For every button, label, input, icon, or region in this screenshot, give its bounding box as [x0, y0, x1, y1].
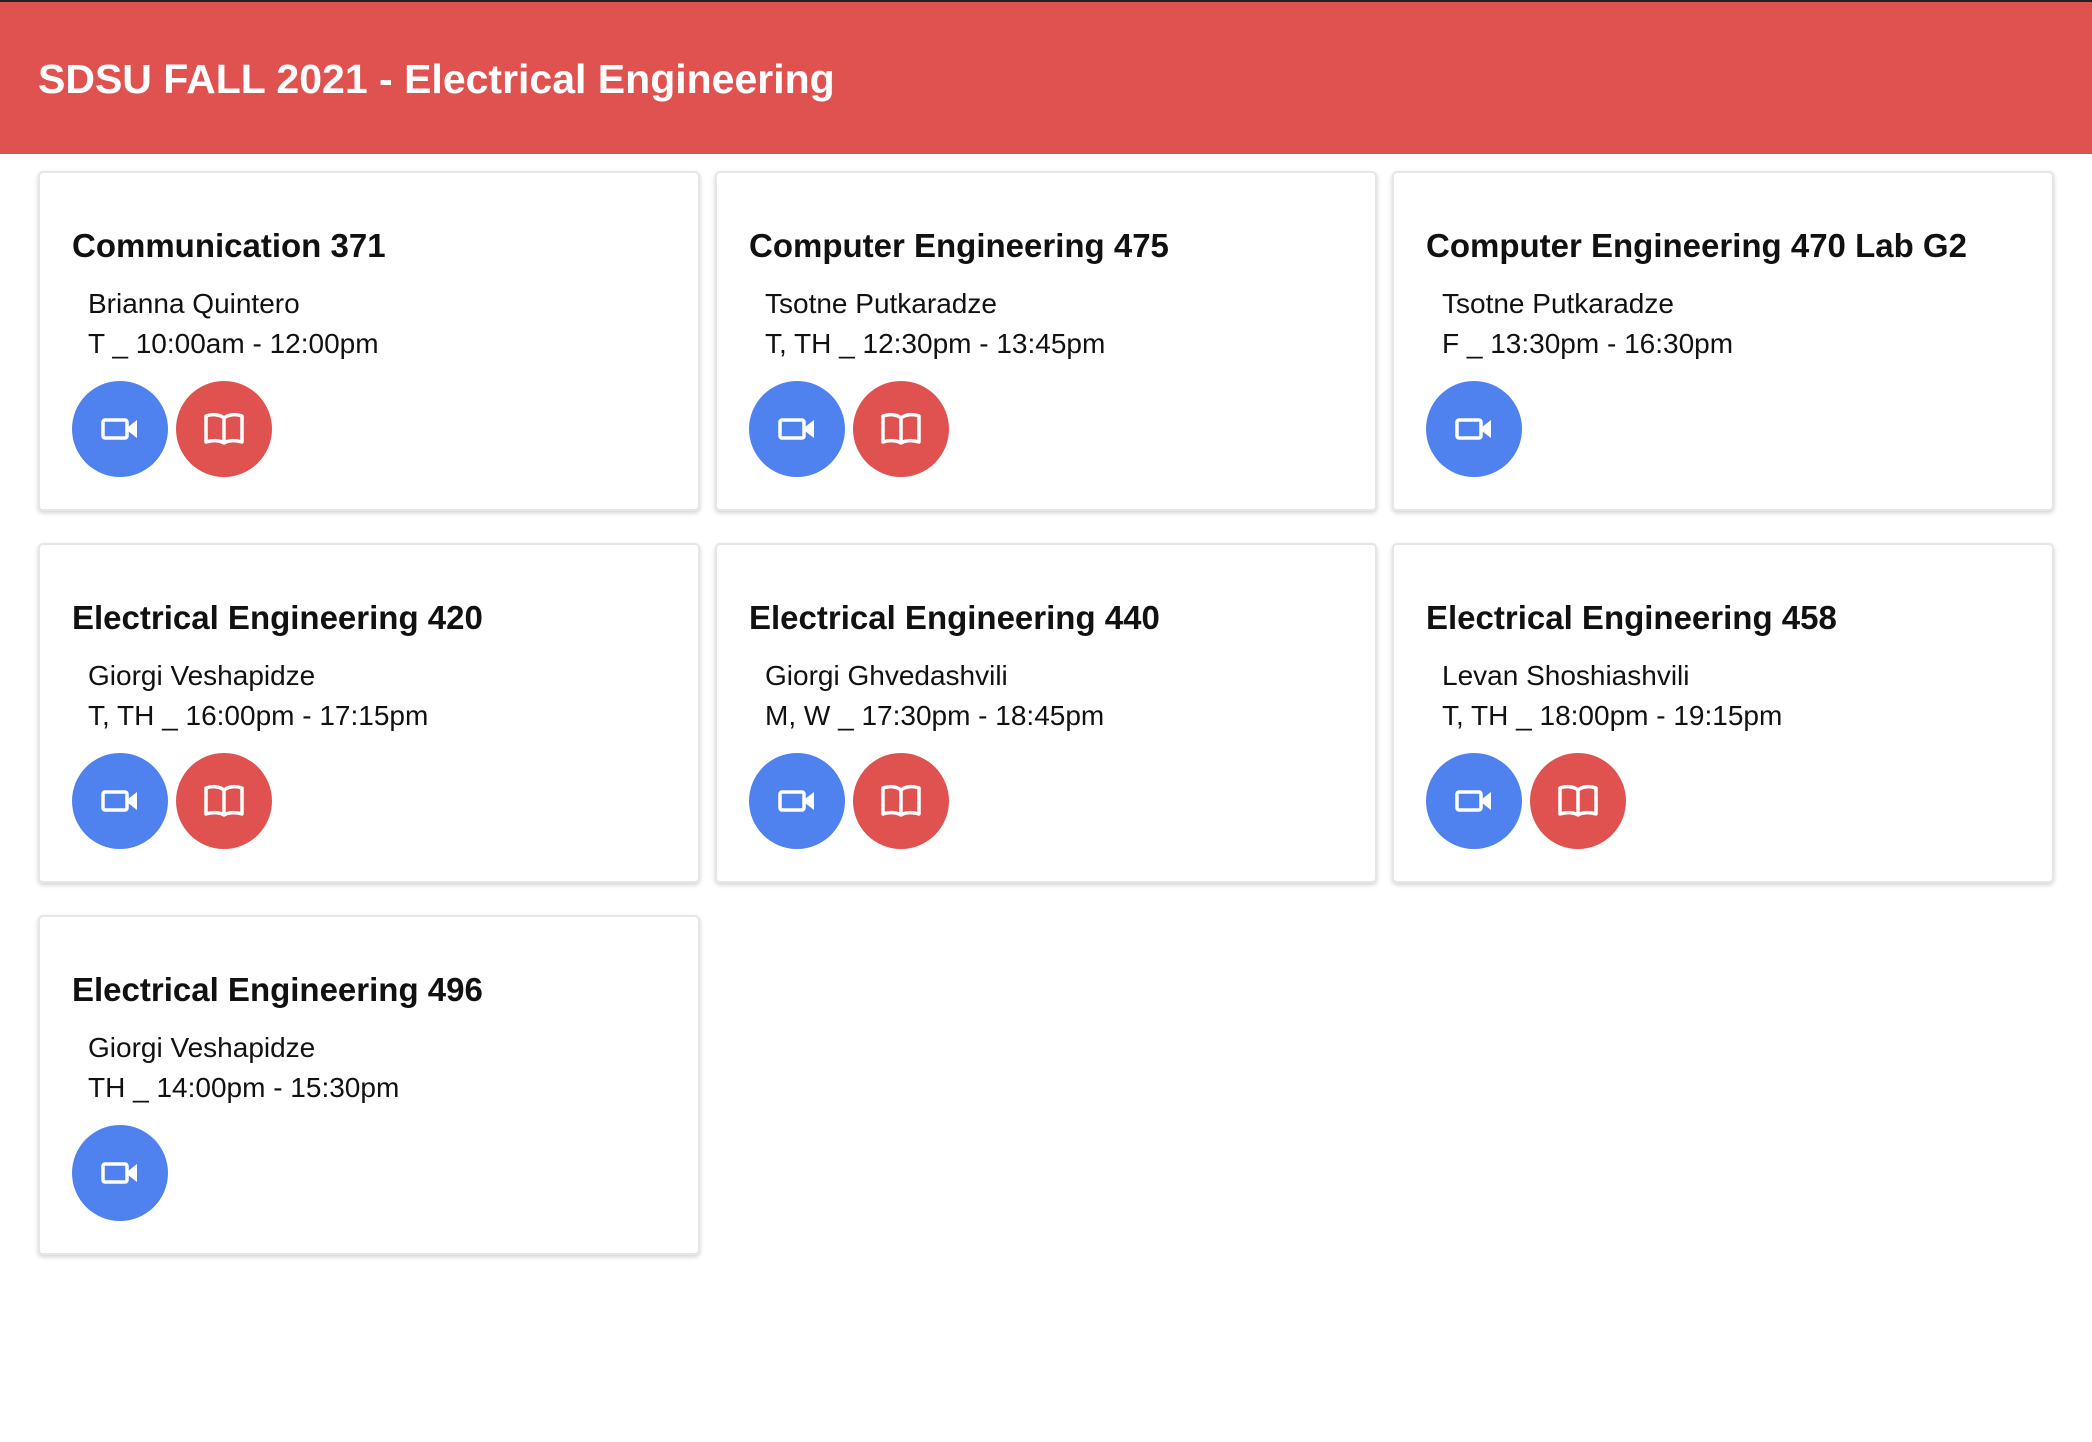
course-schedule: T, TH _ 16:00pm - 17:15pm: [88, 700, 429, 731]
video-meeting-button[interactable]: [749, 753, 845, 849]
course-title: Computer Engineering 475: [749, 227, 1169, 264]
course-actions: [1426, 753, 1626, 849]
course-title: Electrical Engineering 458: [1426, 599, 1837, 636]
video-meeting-button[interactable]: [72, 381, 168, 477]
course-card: Electrical Engineering 458 Levan Shoshia…: [1392, 543, 2054, 883]
course-card: Electrical Engineering 420 Giorgi Veshap…: [38, 543, 700, 883]
video-icon: [778, 418, 814, 440]
course-schedule: M, W _ 17:30pm - 18:45pm: [765, 700, 1105, 731]
video-icon: [1455, 418, 1491, 440]
course-actions: [72, 381, 272, 477]
course-title: Electrical Engineering 496: [72, 971, 483, 1008]
video-meeting-button[interactable]: [1426, 381, 1522, 477]
course-title: Communication 371: [72, 227, 386, 264]
video-meeting-button[interactable]: [1426, 753, 1522, 849]
video-icon: [101, 790, 137, 812]
course-card: Computer Engineering 470 Lab G2 Tsotne P…: [1392, 171, 2054, 511]
book-icon: [1558, 784, 1598, 817]
video-icon: [101, 418, 137, 440]
course-actions: [749, 753, 949, 849]
course-instructor: Giorgi Veshapidze: [88, 660, 316, 691]
course-card: Electrical Engineering 440 Giorgi Ghveda…: [715, 543, 1377, 883]
top-header-bar: SDSU FALL 2021 - Electrical Engineering: [0, 0, 2092, 154]
course-instructor: Giorgi Ghvedashvili: [765, 660, 1008, 691]
book-icon: [204, 412, 244, 445]
course-actions: [72, 753, 272, 849]
course-instructor: Tsotne Putkaradze: [765, 288, 997, 319]
course-card: Computer Engineering 475 Tsotne Putkarad…: [715, 171, 1377, 511]
course-instructor: Levan Shoshiashvili: [1442, 660, 1690, 691]
video-meeting-button[interactable]: [749, 381, 845, 477]
video-icon: [101, 1162, 137, 1184]
course-schedule: T _ 10:00am - 12:00pm: [88, 328, 379, 359]
course-book-button[interactable]: [853, 381, 949, 477]
page-title: SDSU FALL 2021 - Electrical Engineering: [38, 56, 835, 102]
video-meeting-button[interactable]: [72, 753, 168, 849]
book-icon: [881, 784, 921, 817]
course-schedule: T, TH _ 18:00pm - 19:15pm: [1442, 700, 1783, 731]
course-book-button[interactable]: [1530, 753, 1626, 849]
course-instructor: Brianna Quintero: [88, 288, 300, 319]
course-book-button[interactable]: [176, 753, 272, 849]
course-schedule: F _ 13:30pm - 16:30pm: [1442, 328, 1734, 359]
course-actions: [1426, 381, 1522, 477]
course-book-button[interactable]: [853, 753, 949, 849]
course-card: Electrical Engineering 496 Giorgi Veshap…: [38, 915, 700, 1255]
course-schedule: TH _ 14:00pm - 15:30pm: [88, 1072, 400, 1103]
video-icon: [778, 790, 814, 812]
course-actions: [749, 381, 949, 477]
video-meeting-button[interactable]: [72, 1125, 168, 1221]
course-instructor: Giorgi Veshapidze: [88, 1032, 316, 1063]
book-icon: [881, 412, 921, 445]
course-title: Electrical Engineering 440: [749, 599, 1160, 636]
course-schedule: T, TH _ 12:30pm - 13:45pm: [765, 328, 1106, 359]
course-grid: Communication 371 Brianna Quintero T _ 1…: [38, 171, 2054, 1255]
video-icon: [1455, 790, 1491, 812]
course-card: Communication 371 Brianna Quintero T _ 1…: [38, 171, 700, 511]
course-instructor: Tsotne Putkaradze: [1442, 288, 1674, 319]
course-actions: [72, 1125, 168, 1221]
course-book-button[interactable]: [176, 381, 272, 477]
course-title: Computer Engineering 470 Lab G2: [1426, 227, 1967, 264]
book-icon: [204, 784, 244, 817]
course-title: Electrical Engineering 420: [72, 599, 483, 636]
